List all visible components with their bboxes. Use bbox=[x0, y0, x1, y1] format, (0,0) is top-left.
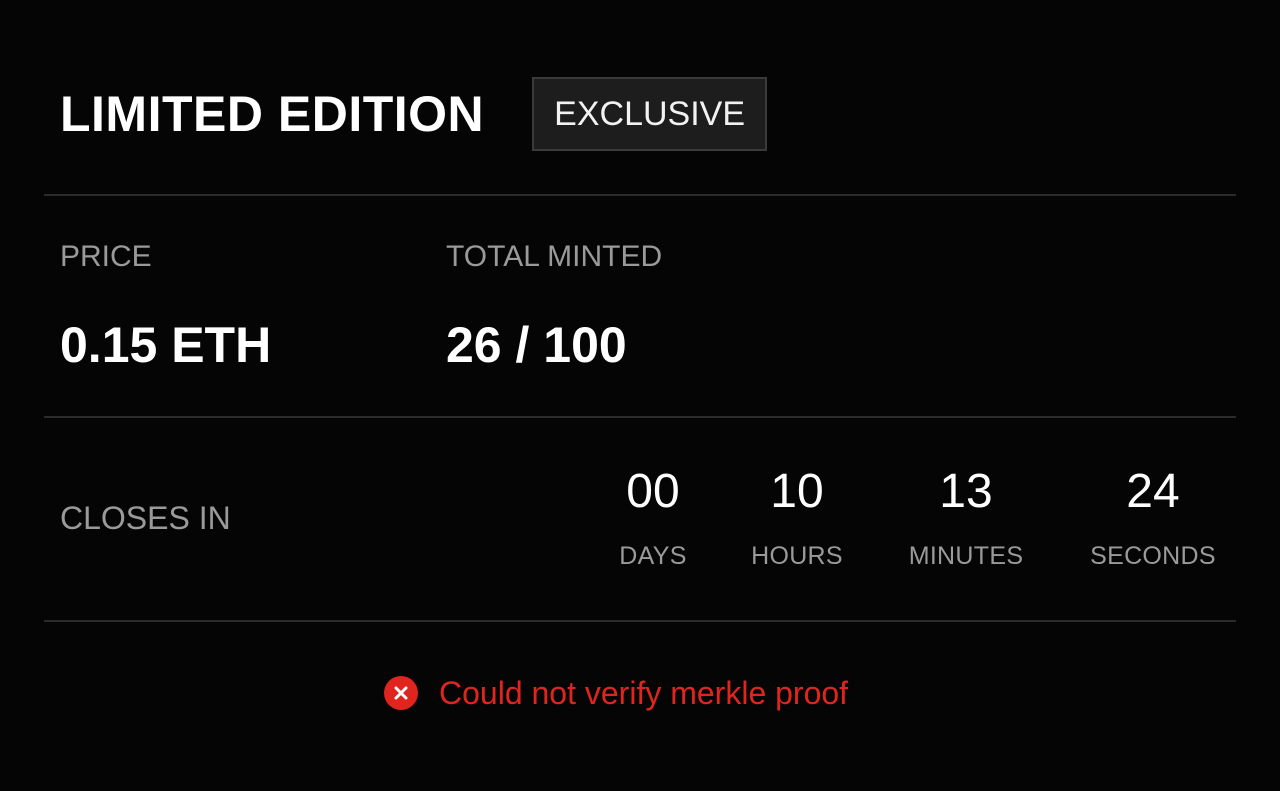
countdown-seconds-label: SECONDS bbox=[1090, 542, 1216, 570]
countdown-hours-value: 10 bbox=[770, 465, 824, 518]
edition-title: LIMITED EDITION bbox=[60, 86, 485, 142]
exclusive-badge: EXCLUSIVE bbox=[532, 77, 768, 151]
total-minted-value: 26 / 100 bbox=[446, 317, 627, 373]
price-label: PRICE bbox=[60, 240, 152, 273]
header: LIMITED EDITION EXCLUSIVE bbox=[60, 77, 768, 151]
total-minted-label: TOTAL MINTED bbox=[446, 240, 663, 273]
countdown-seconds: 24 SECONDS bbox=[1063, 464, 1243, 571]
divider bbox=[44, 620, 1236, 622]
countdown-seconds-value: 24 bbox=[1126, 465, 1180, 518]
price-value: 0.15 ETH bbox=[60, 317, 272, 373]
countdown-hours: 10 HOURS bbox=[707, 464, 887, 571]
error-text: Could not verify merkle proof bbox=[439, 674, 849, 711]
error-message: Could not verify merkle proof bbox=[384, 672, 848, 714]
countdown-minutes: 13 MINUTES bbox=[876, 464, 1056, 571]
divider bbox=[44, 416, 1236, 418]
divider bbox=[44, 194, 1236, 196]
countdown-minutes-value: 13 bbox=[939, 465, 993, 518]
closes-in-label: CLOSES IN bbox=[60, 500, 231, 536]
close-circle-icon bbox=[384, 676, 418, 710]
countdown-hours-label: HOURS bbox=[751, 542, 843, 570]
countdown-minutes-label: MINUTES bbox=[908, 542, 1024, 570]
mint-panel: LIMITED EDITION EXCLUSIVE PRICE 0.15 ETH… bbox=[0, 0, 1280, 791]
